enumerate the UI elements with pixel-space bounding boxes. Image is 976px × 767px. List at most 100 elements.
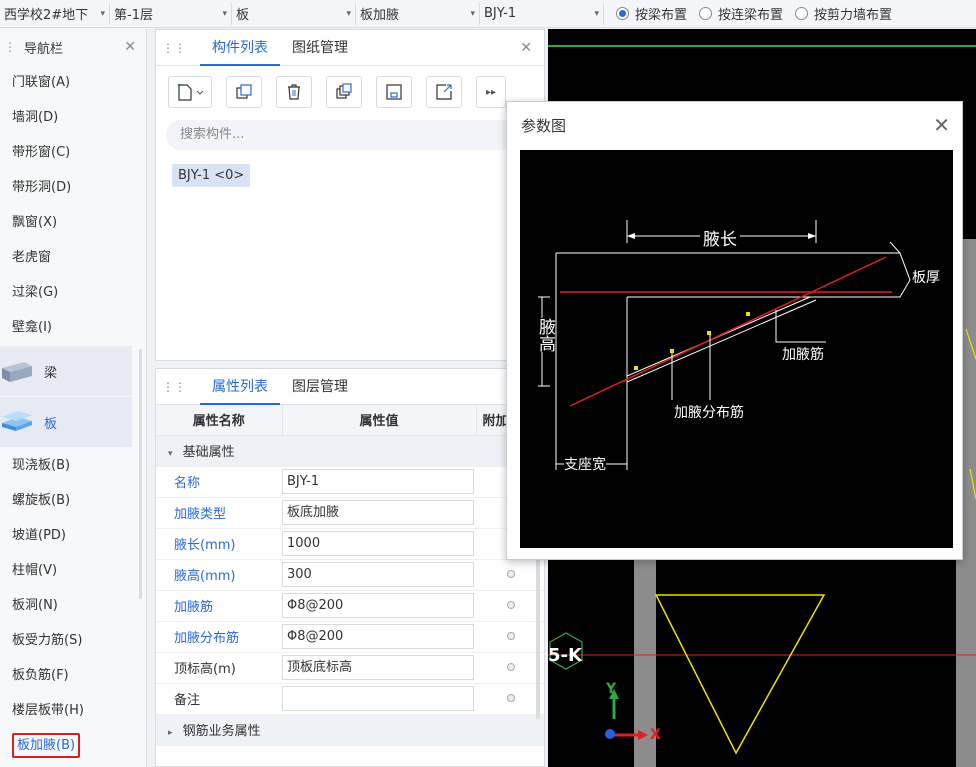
chevron-down-icon: ▾ xyxy=(222,8,227,19)
nav-item[interactable]: 坡道(PD) xyxy=(0,518,146,553)
nav-item-selected-label: 板加腋(B) xyxy=(12,733,81,758)
nav-item-selected[interactable]: 板加腋(B) xyxy=(0,728,146,763)
chevron-down-icon: ▾ xyxy=(470,8,475,19)
component-list-item[interactable]: BJY-1 <0> xyxy=(172,164,251,187)
nav-category-slab[interactable]: 板 xyxy=(0,397,132,447)
group-basic-properties[interactable]: ▾ 基础属性 xyxy=(156,435,544,467)
export-component-button[interactable] xyxy=(426,76,462,108)
nav-scrollbar[interactable] xyxy=(139,349,142,599)
property-value-input[interactable]: Φ8@200 xyxy=(282,624,474,649)
drag-handle-icon[interactable]: ⋮⋮ xyxy=(162,380,186,394)
component-list-panel: ⋮⋮ 构件列表 图纸管理 ✕ ▸▸ 搜索构件... BJY-1 <0> xyxy=(155,29,545,361)
property-panel: ⋮⋮ 属性列表 图层管理 属性名称 属性值 附加 ▾ 基础属性 名称 BJY-1… xyxy=(155,368,545,767)
nav-item[interactable]: 飘窗(X) xyxy=(0,205,146,240)
radio-by-beam[interactable]: 按梁布置 xyxy=(616,4,687,23)
column-header-value: 属性值 xyxy=(282,405,477,436)
group-rebar-properties[interactable]: ▸ 钢筋业务属性 xyxy=(156,714,544,746)
category-dropdown[interactable]: 板 ▾ xyxy=(232,2,356,25)
haunch-parameter-diagram: 腋长 板厚 腋高 加腋筋 加腋分布筋 支座宽 xyxy=(520,150,953,548)
property-value-cell[interactable] xyxy=(282,683,476,715)
radio-unchecked-icon xyxy=(699,7,713,20)
nav-item[interactable]: 带形洞(D) xyxy=(0,170,146,205)
nav-item[interactable]: 楼层板带(H) xyxy=(0,693,146,728)
save-component-button[interactable] xyxy=(376,76,412,108)
property-value-cell[interactable]: Φ8@200 xyxy=(282,590,476,622)
more-tools-button[interactable]: ▸▸ xyxy=(476,76,506,108)
nav-item[interactable]: 板受力筋(S) xyxy=(0,623,146,658)
property-value-cell[interactable]: BJY-1 xyxy=(282,466,476,498)
radio-by-coupling-beam[interactable]: 按连梁布置 xyxy=(699,4,783,23)
radio-by-shear-wall[interactable]: 按剪力墙布置 xyxy=(795,4,892,23)
property-value-input[interactable]: 300 xyxy=(282,562,474,587)
component-type-dropdown[interactable]: 板加腋 ▾ xyxy=(356,2,480,25)
nav-item[interactable]: 板洞(N) xyxy=(0,588,146,623)
property-value-input[interactable]: 顶板底标高 xyxy=(282,655,474,680)
property-value-input[interactable]: Φ8@200 xyxy=(282,593,474,618)
navigation-header: ⋮ 导航栏 ✕ xyxy=(0,29,146,65)
extra-checkbox[interactable] xyxy=(507,663,515,671)
dialog-title-bar[interactable]: 参数图 ✕ xyxy=(507,102,962,148)
copy-component-button[interactable] xyxy=(226,76,262,108)
column-header-name: 属性名称 xyxy=(156,405,283,436)
component-dropdown[interactable]: BJY-1 ▾ xyxy=(480,2,604,25)
nav-item[interactable]: 带形窗(C) xyxy=(0,135,146,170)
floor-dropdown-value: 第-1层 xyxy=(114,8,153,23)
slab-thickness-label: 板厚 xyxy=(912,270,940,286)
nav-item[interactable]: 壁龛(I) xyxy=(0,310,146,345)
property-value-input[interactable]: BJY-1 xyxy=(282,469,474,494)
nav-item[interactable]: 现浇板(B) xyxy=(0,448,146,483)
property-value-cell[interactable]: 300 xyxy=(282,559,476,591)
property-value-cell[interactable]: Φ8@200 xyxy=(282,621,476,653)
table-row: 备注 xyxy=(156,683,544,715)
table-row: 加腋类型 板底加腋 xyxy=(156,497,544,529)
component-search-input[interactable]: 搜索构件... xyxy=(166,120,534,150)
close-icon[interactable]: ✕ xyxy=(933,113,950,137)
property-value-input[interactable]: 1000 xyxy=(282,531,474,556)
chevron-down-icon: ▾ xyxy=(346,8,351,19)
axis-label-text: 5-K xyxy=(548,645,582,666)
delete-component-button[interactable] xyxy=(276,76,312,108)
new-file-icon xyxy=(177,83,204,101)
radio-by-shear-wall-label: 按剪力墙布置 xyxy=(814,8,893,23)
property-value-cell[interactable]: 板底加腋 xyxy=(282,497,476,529)
y-axis-label: Y xyxy=(606,681,617,697)
property-value-cell[interactable]: 1000 xyxy=(282,528,476,560)
group-basic-label: 基础属性 xyxy=(182,445,235,460)
tab-drawing-management[interactable]: 图纸管理 xyxy=(280,30,360,66)
close-icon[interactable]: ✕ xyxy=(520,40,532,56)
property-value-input[interactable] xyxy=(282,686,474,711)
nav-item[interactable]: 柱帽(V) xyxy=(0,553,146,588)
project-dropdown[interactable]: 西学校2#地下 ▾ xyxy=(0,2,110,25)
floor-dropdown[interactable]: 第-1层 ▾ xyxy=(110,2,232,25)
property-group-row[interactable]: ▾ 基础属性 xyxy=(156,435,544,467)
nav-category-beam[interactable]: 梁 xyxy=(0,346,132,396)
category-dropdown-value: 板 xyxy=(236,8,250,23)
extra-checkbox[interactable] xyxy=(507,601,515,609)
close-icon[interactable]: ✕ xyxy=(124,39,136,55)
property-value-cell[interactable]: 顶板底标高 xyxy=(282,652,476,684)
navigation-panel: ⋮ 导航栏 ✕ 门联窗(A) 墙洞(D) 带形窗(C) 带形洞(D) 飘窗(X)… xyxy=(0,29,147,767)
property-group-row[interactable]: ▸ 钢筋业务属性 xyxy=(156,714,544,746)
property-name: 备注 xyxy=(156,683,282,715)
tab-layer-management[interactable]: 图层管理 xyxy=(280,369,360,405)
extra-checkbox[interactable] xyxy=(507,570,515,578)
nav-item[interactable]: 墙洞(D) xyxy=(0,100,146,135)
extra-checkbox[interactable] xyxy=(507,632,515,640)
nav-item[interactable]: 过梁(G) xyxy=(0,275,146,310)
duplicate-layer-button[interactable] xyxy=(326,76,362,108)
drag-handle-icon[interactable]: ⋮ xyxy=(4,40,16,54)
trash-icon xyxy=(288,84,300,100)
drag-handle-icon[interactable]: ⋮⋮ xyxy=(162,41,186,55)
nav-category-beam-label: 梁 xyxy=(44,365,58,381)
new-component-button[interactable] xyxy=(168,76,212,108)
tab-property-list[interactable]: 属性列表 xyxy=(200,369,280,405)
tab-component-list[interactable]: 构件列表 xyxy=(200,30,280,66)
nav-item[interactable]: 螺旋板(B) xyxy=(0,483,146,518)
extra-checkbox[interactable] xyxy=(507,694,515,702)
nav-item[interactable]: 板负筋(F) xyxy=(0,658,146,693)
support-width-label: 支座宽 xyxy=(564,454,606,474)
nav-item[interactable]: 老虎窗 xyxy=(0,240,146,275)
radio-by-coupling-beam-label: 按连梁布置 xyxy=(718,8,784,23)
nav-item[interactable]: 门联窗(A) xyxy=(0,65,146,100)
property-value-input[interactable]: 板底加腋 xyxy=(282,500,474,525)
